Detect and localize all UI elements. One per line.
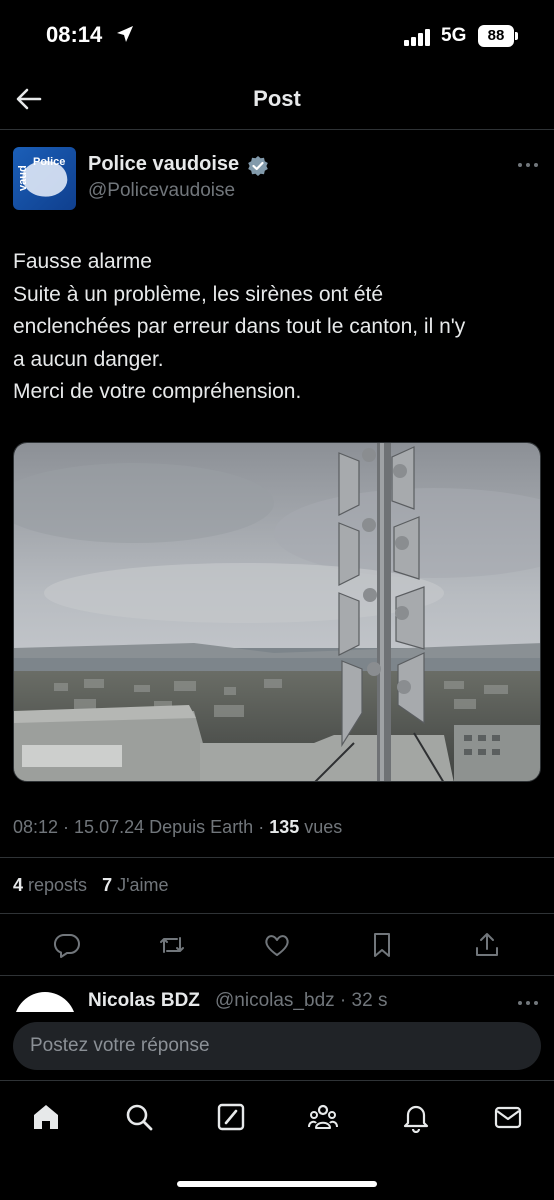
reply-input[interactable] — [13, 1022, 541, 1070]
signal-icon — [404, 28, 432, 46]
reposts-count: 4 — [13, 875, 24, 895]
reply-handle-text: @nicolas_bdz — [215, 990, 335, 1011]
share-icon[interactable] — [472, 930, 502, 960]
network-label: 5G — [441, 25, 467, 46]
page-title: Post — [253, 86, 301, 111]
post-stats: 4 reposts 7 J'aime — [13, 875, 169, 896]
post-text-line: Suite à un problème, les sirènes ont été — [13, 282, 384, 306]
author-name[interactable]: Police vaudoise — [88, 153, 239, 176]
siren-tower-photo — [14, 443, 540, 781]
stats-divider — [0, 913, 554, 914]
likes-count: 7 — [102, 875, 113, 895]
meta-divider — [0, 857, 554, 858]
reply-icon[interactable] — [52, 930, 82, 960]
status-bar: 08:14 5G 88 — [0, 0, 554, 72]
battery-icon: 88 — [478, 25, 514, 47]
author-handle[interactable]: @Policevaudoise — [88, 180, 235, 202]
post-time: 08:12 — [13, 817, 59, 837]
post-text-line: Fausse alarme — [13, 250, 152, 273]
post-source[interactable]: Depuis Earth — [149, 817, 253, 837]
reply-bar — [0, 1012, 554, 1080]
avatar-logo: Police — [33, 156, 66, 168]
more-options-icon[interactable] — [516, 996, 540, 1010]
status-time: 08:14 — [46, 22, 103, 47]
repost-icon[interactable] — [157, 930, 187, 960]
more-options-icon[interactable] — [516, 155, 540, 175]
location-arrow-icon — [117, 26, 133, 42]
battery-tip — [515, 32, 518, 40]
notifications-icon[interactable] — [400, 1101, 432, 1133]
reposts-stat[interactable]: 4 reposts — [13, 875, 87, 895]
reply-age: 32 s — [351, 990, 388, 1011]
post-meta: 08:12 · 15.07.24 Depuis Earth · 135 vues — [13, 817, 343, 837]
communities-icon[interactable] — [307, 1101, 339, 1133]
post-image[interactable] — [13, 442, 541, 782]
bookmark-icon[interactable] — [367, 930, 397, 960]
header-divider — [0, 129, 554, 130]
messages-icon[interactable] — [492, 1101, 524, 1133]
reposts-label: reposts — [28, 875, 88, 895]
views-count: 135 — [269, 817, 300, 837]
like-icon[interactable] — [262, 930, 292, 960]
verified-badge-icon — [248, 156, 268, 176]
likes-label: J'aime — [117, 875, 169, 895]
post-text-line: enclenchées par erreur dans tout le cant… — [13, 315, 466, 338]
post-text-line: Merci de votre compréhension. — [13, 380, 302, 403]
avatar-logo-vertical: vaud — [17, 165, 29, 191]
grok-icon[interactable] — [215, 1101, 247, 1133]
post-header: Post — [0, 72, 554, 128]
reply-author-handle: @nicolas_bdz · 32 s — [215, 990, 388, 1011]
post-text: Fausse alarme Suite à un problème, les s… — [13, 246, 543, 409]
likes-stat[interactable]: 7 J'aime — [102, 875, 168, 895]
reply-author-name[interactable]: Nicolas BDZ — [88, 990, 200, 1012]
home-indicator[interactable] — [177, 1181, 377, 1187]
reply-preview[interactable]: Nicolas BDZ @nicolas_bdz · 32 s — [0, 976, 554, 1012]
post-date: 15.07.24 — [74, 817, 145, 837]
author-avatar[interactable]: Police vaud — [13, 147, 76, 210]
reply-avatar[interactable] — [14, 992, 76, 1012]
home-icon[interactable] — [30, 1101, 62, 1133]
search-icon[interactable] — [123, 1101, 155, 1133]
views-label: vues — [304, 817, 343, 837]
post-text-line: a aucun danger. — [13, 347, 164, 371]
